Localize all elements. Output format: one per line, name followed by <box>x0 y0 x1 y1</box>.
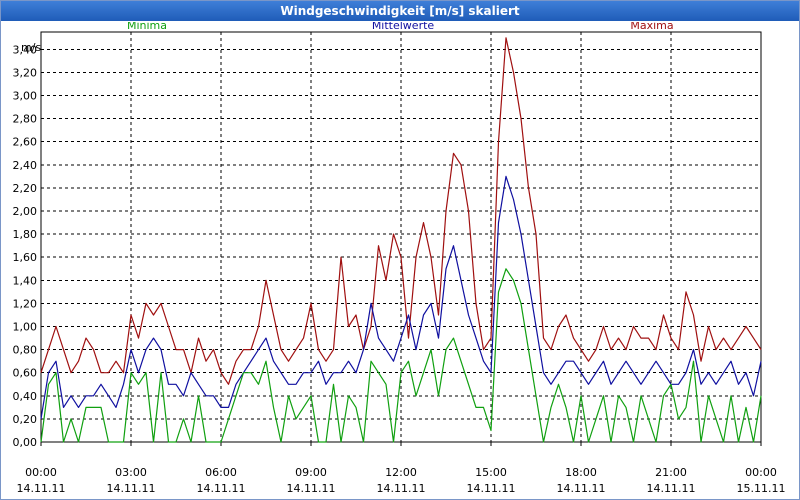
x-tick-date: 14.11.11 <box>377 482 426 495</box>
y-tick-label: 1,40 <box>13 274 38 287</box>
legend: Maxima Mittelwerte Minima <box>127 22 674 32</box>
grid-lines <box>41 32 761 442</box>
x-tick-time: 03:00 <box>115 466 147 479</box>
legend-maxima: Maxima <box>630 22 673 32</box>
y-axis-label: m/s <box>21 41 41 54</box>
x-tick-time: 21:00 <box>655 466 687 479</box>
wind-speed-chart: 0,00 0,20 0,40 0,60 0,80 1,00 1,20 1,40 1,60 1,80… <box>13 22 786 495</box>
x-tick-date: 14.11.11 <box>107 482 156 495</box>
x-tick-date: 14.11.11 <box>17 482 66 495</box>
x-tick-date: 14.11.11 <box>557 482 606 495</box>
x-tick-date: 15.11.11 <box>737 482 786 495</box>
y-tick-label: 1,20 <box>13 297 38 310</box>
y-tick-label: 2,80 <box>13 113 38 126</box>
y-tick-label: 0,40 <box>13 390 38 403</box>
x-tick-time: 06:00 <box>205 466 237 479</box>
y-tick-label: 1,00 <box>13 321 38 334</box>
legend-minima: Minima <box>127 22 167 32</box>
y-tick-label: 2,00 <box>13 205 38 218</box>
x-axis-ticks: 00:00 14.11.11 03:00 14.11.11 06:00 14.11.11 0… <box>17 442 786 495</box>
y-tick-label: 3,00 <box>13 90 38 103</box>
y-tick-label: 0,80 <box>13 344 38 357</box>
y-tick-label: 0,20 <box>13 413 38 426</box>
x-tick-time: 18:00 <box>565 466 597 479</box>
y-tick-label: 2,40 <box>13 159 38 172</box>
y-tick-label: 0,00 <box>13 436 38 449</box>
x-tick-date: 14.11.11 <box>287 482 336 495</box>
y-axis-ticks: 0,00 0,20 0,40 0,60 0,80 1,00 1,20 1,40 1,60 1,80… <box>13 43 38 449</box>
x-tick-time: 15:00 <box>475 466 507 479</box>
y-tick-label: 0,60 <box>13 367 38 380</box>
x-tick-time: 12:00 <box>385 466 417 479</box>
window-title: Windgeschwindigkeit [m/s] skaliert <box>1 1 799 21</box>
x-tick-date: 14.11.11 <box>197 482 246 495</box>
y-tick-label: 2,60 <box>13 136 38 149</box>
y-tick-label: 1,60 <box>13 251 38 264</box>
x-tick-time: 09:00 <box>295 466 327 479</box>
x-tick-date: 14.11.11 <box>467 482 516 495</box>
y-tick-label: 1,80 <box>13 228 38 241</box>
y-tick-label: 2,20 <box>13 182 38 195</box>
legend-mittelwerte: Mittelwerte <box>372 22 435 32</box>
x-tick-time: 00:00 <box>25 466 57 479</box>
x-tick-time: 00:00 <box>745 466 777 479</box>
chart-window: Windgeschwindigkeit [m/s] skaliert 0,00 0… <box>0 0 800 500</box>
y-tick-label: 3,20 <box>13 66 38 79</box>
x-tick-date: 14.11.11 <box>647 482 696 495</box>
